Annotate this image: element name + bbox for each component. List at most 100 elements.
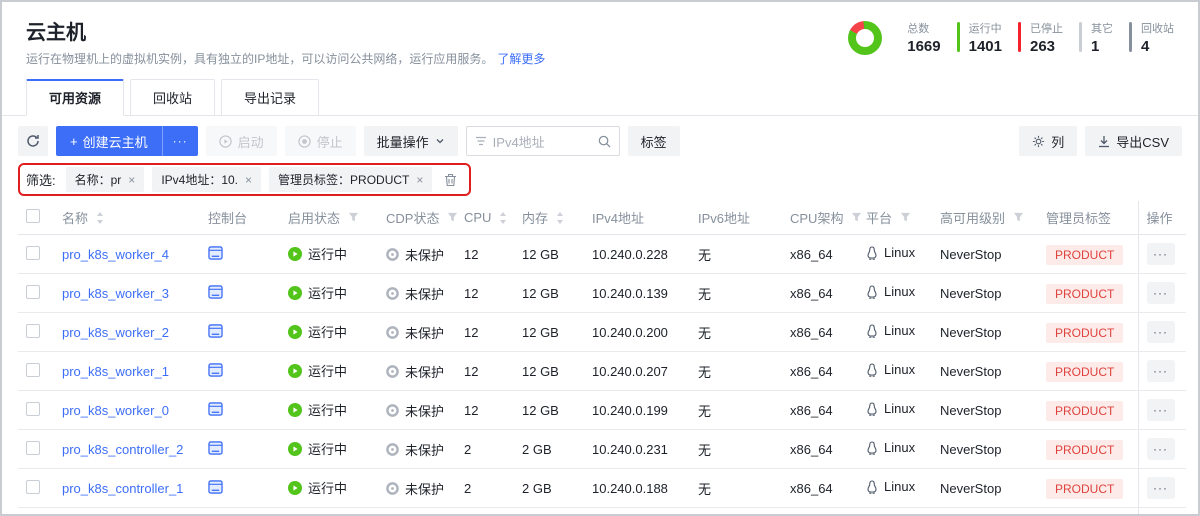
column-header-power-state[interactable]: 启用状态 — [280, 201, 378, 235]
console-button[interactable] — [208, 324, 223, 338]
row-checkbox[interactable] — [26, 441, 40, 455]
console-button[interactable] — [208, 441, 223, 455]
row-checkbox[interactable] — [26, 285, 40, 299]
columns-button[interactable]: 列 — [1019, 126, 1077, 156]
chip-close-icon[interactable]: × — [416, 174, 423, 186]
row-checkbox[interactable] — [26, 324, 40, 338]
toolbar-right: 列 导出CSV — [1019, 126, 1182, 156]
sort-icon[interactable] — [499, 212, 507, 224]
cdp-unprotected-icon — [386, 404, 399, 417]
filter-chip[interactable]: 管理员标签：PRODUCT × — [269, 167, 432, 192]
row-actions-button[interactable]: ··· — [1147, 321, 1175, 343]
cell-ipv4: 10.240.0.228 — [584, 235, 690, 274]
sort-icon[interactable] — [96, 212, 104, 224]
column-header-cpu-arch[interactable]: CPU架构 — [782, 201, 858, 235]
export-csv-button[interactable]: 导出CSV — [1085, 126, 1182, 156]
tab-recycle[interactable]: 回收站 — [130, 79, 215, 116]
search-icon[interactable] — [598, 135, 611, 148]
cell-ipv6: 无 — [690, 430, 782, 469]
platform-text: Linux — [884, 245, 915, 260]
row-actions-button[interactable]: ··· — [1147, 360, 1175, 382]
learn-more-link[interactable]: 了解更多 — [497, 52, 545, 66]
tab-export[interactable]: 导出记录 — [221, 79, 319, 116]
stop-circle-icon — [298, 135, 311, 148]
cdp-state-text: 未保护 — [405, 479, 444, 498]
row-actions-button[interactable]: ··· — [1147, 282, 1175, 304]
column-header-platform[interactable]: 平台 — [858, 201, 932, 235]
row-checkbox[interactable] — [26, 246, 40, 260]
filter-funnel-icon[interactable] — [851, 212, 862, 223]
console-button[interactable] — [208, 285, 223, 299]
cell-ipv4: 10.240.0.207 — [584, 352, 690, 391]
create-host-split-button: +创建云主机 ··· — [56, 126, 198, 156]
chip-close-icon[interactable]: × — [245, 174, 252, 186]
toolbar-left: +创建云主机 ··· 启动 停止 批量操作 IPv4地址 标签 — [18, 126, 680, 156]
clear-filters-button[interactable] — [442, 171, 459, 189]
row-checkbox[interactable] — [26, 480, 40, 494]
column-header-cpu[interactable]: CPU — [456, 201, 514, 235]
sort-icon[interactable] — [556, 212, 564, 224]
cell-ha-level: NeverStop — [932, 469, 1038, 508]
cell-memory: 12 GB — [514, 352, 584, 391]
filter-funnel-icon[interactable] — [447, 212, 458, 223]
tab-available[interactable]: 可用资源 — [26, 79, 124, 116]
refresh-button[interactable] — [18, 126, 48, 156]
console-button[interactable] — [208, 363, 223, 377]
filter-chip[interactable]: 名称：pr × — [66, 167, 145, 192]
host-name-link[interactable]: pro_k8s_worker_1 — [62, 364, 169, 379]
stat-item: 总数 1669 — [898, 20, 940, 55]
host-name-link[interactable]: pro_k8s_controller_2 — [62, 442, 183, 457]
tag-filter-button[interactable]: 标签 — [628, 126, 680, 156]
host-name-link[interactable]: pro_k8s_worker_0 — [62, 403, 169, 418]
batch-operations-button[interactable]: 批量操作 — [364, 126, 458, 156]
chip-close-icon[interactable]: × — [128, 174, 135, 186]
row-checkbox[interactable] — [26, 402, 40, 416]
filter-funnel-icon[interactable] — [900, 212, 911, 223]
start-button[interactable]: 启动 — [206, 126, 277, 156]
stat-value: 1669 — [907, 38, 940, 55]
cell-ipv6: 无 — [690, 508, 782, 516]
console-button[interactable] — [208, 402, 223, 416]
stat-label: 回收站 — [1141, 20, 1174, 36]
console-button[interactable] — [208, 246, 223, 260]
row-actions-button[interactable]: ··· — [1147, 438, 1175, 460]
create-more-button[interactable]: ··· — [162, 126, 198, 156]
host-name-link[interactable]: pro_k8s_worker_4 — [62, 247, 169, 262]
console-button[interactable] — [208, 480, 223, 494]
column-header-cdp-state[interactable]: CDP状态 — [378, 201, 456, 235]
stat-bar — [1129, 22, 1132, 52]
column-header-name[interactable]: 名称 — [54, 201, 200, 235]
column-label-admin-tag: 管理员标签 — [1046, 211, 1111, 226]
create-host-button[interactable]: +创建云主机 — [56, 126, 162, 156]
row-actions-button[interactable]: ··· — [1147, 399, 1175, 421]
stop-button[interactable]: 停止 — [285, 126, 356, 156]
host-name-link[interactable]: pro_k8s_worker_3 — [62, 286, 169, 301]
linux-penguin-icon — [866, 246, 878, 260]
cell-cpu: 2 — [456, 508, 514, 516]
hosts-table: 名称 控制台启用状态 CDP状态 CPU 内存 IPv4地址IPv6地址CPU架… — [18, 201, 1186, 516]
filter-chip[interactable]: IPv4地址：10. × — [152, 167, 261, 192]
cell-ipv6: 无 — [690, 274, 782, 313]
cdp-state-text: 未保护 — [405, 362, 444, 381]
stat-bar — [1018, 22, 1021, 52]
column-header-ha-level[interactable]: 高可用级别 — [932, 201, 1038, 235]
admin-tag: PRODUCT — [1046, 479, 1123, 499]
search-input[interactable]: IPv4地址 — [466, 126, 620, 156]
filter-funnel-icon[interactable] — [1013, 212, 1024, 223]
host-name-link[interactable]: pro_k8s_controller_1 — [62, 481, 183, 496]
filter-funnel-icon[interactable] — [348, 212, 359, 223]
annotation-highlight-box: 筛选: 名称：pr × IPv4地址：10. × 管理员标签：PRODUCT × — [18, 163, 471, 196]
platform-text: Linux — [884, 479, 915, 494]
running-status-icon — [288, 286, 302, 300]
row-actions-button[interactable]: ··· — [1147, 477, 1175, 499]
stat-label: 总数 — [907, 20, 940, 36]
host-name-link[interactable]: pro_k8s_worker_2 — [62, 325, 169, 340]
select-all-checkbox[interactable] — [26, 209, 40, 223]
row-checkbox[interactable] — [26, 363, 40, 377]
power-state-text: 运行中 — [308, 439, 347, 458]
cell-cpu: 2 — [456, 469, 514, 508]
column-header-memory[interactable]: 内存 — [514, 201, 584, 235]
admin-tag: PRODUCT — [1046, 362, 1123, 382]
select-all-checkbox-header[interactable] — [18, 201, 54, 235]
row-actions-button[interactable]: ··· — [1147, 243, 1175, 265]
